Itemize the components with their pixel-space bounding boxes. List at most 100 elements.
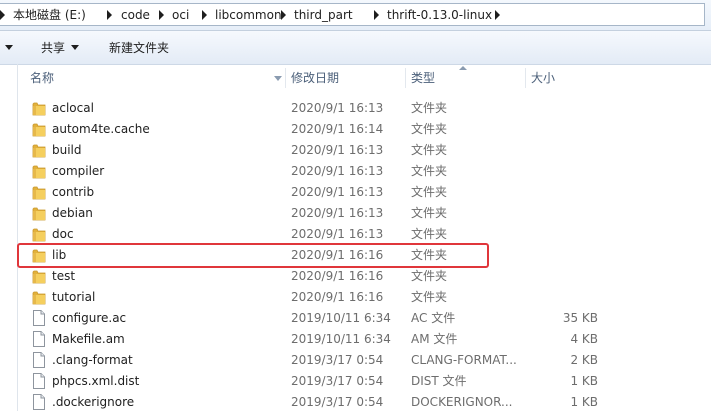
chevron-right-icon[interactable] xyxy=(159,10,164,20)
file-size xyxy=(518,224,598,245)
file-date: 2020/9/1 16:13 xyxy=(291,164,384,178)
file-size xyxy=(518,287,598,308)
breadcrumb[interactable]: 本地磁盘 (E:) code oci libcommon third_part … xyxy=(0,3,705,26)
folder-icon xyxy=(32,206,46,221)
file-date: 2020/9/1 16:13 xyxy=(291,185,384,199)
folder-icon xyxy=(32,101,46,116)
file-row[interactable]: debian 2020/9/1 16:13 文件夹 xyxy=(18,203,711,224)
file-size: 1 KB xyxy=(570,395,598,409)
file-row[interactable]: doc 2020/9/1 16:13 文件夹 xyxy=(18,224,711,245)
file-row[interactable]: autom4te.cache 2020/9/1 16:14 文件夹 xyxy=(18,119,711,140)
file-row[interactable]: Makefile.am 2019/10/11 6:34 AM 文件 4 KB xyxy=(18,329,711,350)
file-size: 35 KB xyxy=(562,311,598,325)
file-date: 2019/10/11 6:34 xyxy=(291,311,391,325)
folder-icon xyxy=(32,269,46,284)
breadcrumb-drive[interactable]: 本地磁盘 (E:) xyxy=(13,4,86,27)
file-type: 文件夹 xyxy=(411,164,448,178)
chevron-down-icon xyxy=(71,45,80,50)
file-type: AM 文件 xyxy=(411,332,458,346)
folder-icon xyxy=(32,143,46,158)
file-icon xyxy=(33,310,45,326)
file-row[interactable]: test 2020/9/1 16:16 文件夹 xyxy=(18,266,711,287)
file-icon xyxy=(33,394,45,410)
file-name[interactable]: debian xyxy=(52,203,93,224)
file-size xyxy=(518,182,598,203)
file-date: 2020/9/1 16:13 xyxy=(291,143,384,157)
file-row[interactable]: phpcs.xml.dist 2019/3/17 0:54 DIST 文件 1 KB xyxy=(18,371,711,392)
file-date: 2020/9/1 16:13 xyxy=(291,206,384,220)
file-row[interactable]: compiler 2020/9/1 16:13 文件夹 xyxy=(18,161,711,182)
file-type: 文件夹 xyxy=(411,122,448,136)
new-folder-button[interactable]: 新建文件夹 xyxy=(109,31,169,64)
file-row[interactable]: configure.ac 2019/10/11 6:34 AC 文件 35 KB xyxy=(18,308,711,329)
file-size: 2 KB xyxy=(570,353,598,367)
file-size xyxy=(518,245,598,266)
file-name[interactable]: configure.ac xyxy=(52,308,126,329)
file-type: 文件夹 xyxy=(411,101,448,115)
breadcrumb-code[interactable]: code xyxy=(121,4,150,27)
highlight-box xyxy=(17,243,489,268)
chevron-right-icon[interactable] xyxy=(107,10,112,20)
file-type: 文件夹 xyxy=(411,185,448,199)
file-name[interactable]: autom4te.cache xyxy=(52,119,150,140)
file-date: 2019/3/17 0:54 xyxy=(291,395,384,409)
file-size xyxy=(518,266,598,287)
column-divider[interactable] xyxy=(405,68,406,88)
file-size xyxy=(518,203,598,224)
file-size xyxy=(518,161,598,182)
file-type: 文件夹 xyxy=(411,143,448,157)
file-name[interactable]: aclocal xyxy=(52,98,94,119)
file-name[interactable]: doc xyxy=(52,224,74,245)
column-header-size[interactable]: 大小 xyxy=(531,66,555,90)
file-name[interactable]: contrib xyxy=(52,182,94,203)
file-name[interactable]: Makefile.am xyxy=(52,329,125,350)
file-row[interactable]: contrib 2020/9/1 16:13 文件夹 xyxy=(18,182,711,203)
chevron-right-icon[interactable] xyxy=(374,10,379,20)
column-header-date[interactable]: 修改日期 xyxy=(291,66,339,90)
chevron-right-icon[interactable] xyxy=(281,10,286,20)
file-row[interactable]: .clang-format 2019/3/17 0:54 CLANG-FORMAT.… xyxy=(18,350,711,371)
file-date: 2020/9/1 16:16 xyxy=(291,290,384,304)
file-type: DIST 文件 xyxy=(411,374,467,388)
file-type: 文件夹 xyxy=(411,290,448,304)
file-name[interactable]: build xyxy=(52,140,82,161)
chevron-right-icon[interactable] xyxy=(495,10,500,20)
share-label: 共享 xyxy=(41,41,66,55)
folder-icon xyxy=(32,122,46,137)
file-name[interactable]: test xyxy=(52,266,75,287)
chevron-right-icon[interactable] xyxy=(202,10,207,20)
file-name[interactable]: compiler xyxy=(52,161,104,182)
file-name[interactable]: tutorial xyxy=(52,287,95,308)
breadcrumb-third-part[interactable]: third_part xyxy=(294,4,353,27)
column-header-name[interactable]: 名称 xyxy=(30,66,54,90)
file-name[interactable]: .clang-format xyxy=(52,350,133,371)
file-icon xyxy=(33,331,45,347)
column-header-type[interactable]: 类型 xyxy=(411,66,435,90)
breadcrumb-libcommon[interactable]: libcommon xyxy=(215,4,282,27)
command-bar: 共享 新建文件夹 xyxy=(0,31,711,65)
file-type: 文件夹 xyxy=(411,227,448,241)
column-headers: 名称 修改日期 类型 大小 xyxy=(18,66,711,90)
share-button[interactable]: 共享 xyxy=(41,31,80,64)
file-size xyxy=(518,98,598,119)
chevron-right-icon[interactable] xyxy=(0,10,5,20)
breadcrumb-oci[interactable]: oci xyxy=(172,4,189,27)
file-row[interactable]: build 2020/9/1 16:13 文件夹 xyxy=(18,140,711,161)
chevron-down-icon[interactable] xyxy=(274,76,282,81)
file-size xyxy=(518,140,598,161)
file-size xyxy=(518,119,598,140)
file-row[interactable]: .dockerignore 2019/3/17 0:54 DOCKERIGNOR..… xyxy=(18,392,711,413)
column-divider[interactable] xyxy=(285,68,286,88)
address-bar: 本地磁盘 (E:) code oci libcommon third_part … xyxy=(0,0,711,31)
file-type: 文件夹 xyxy=(411,206,448,220)
file-name[interactable]: .dockerignore xyxy=(52,392,134,413)
column-divider[interactable] xyxy=(525,68,526,88)
chevron-down-icon[interactable] xyxy=(5,45,13,50)
folder-icon xyxy=(32,164,46,179)
file-row[interactable]: aclocal 2020/9/1 16:13 文件夹 xyxy=(18,98,711,119)
file-name[interactable]: phpcs.xml.dist xyxy=(52,371,139,392)
file-row[interactable]: tutorial 2020/9/1 16:16 文件夹 xyxy=(18,287,711,308)
file-type: 文件夹 xyxy=(411,269,448,283)
folder-icon xyxy=(32,290,46,305)
breadcrumb-thrift[interactable]: thrift-0.13.0-linux xyxy=(387,4,492,27)
